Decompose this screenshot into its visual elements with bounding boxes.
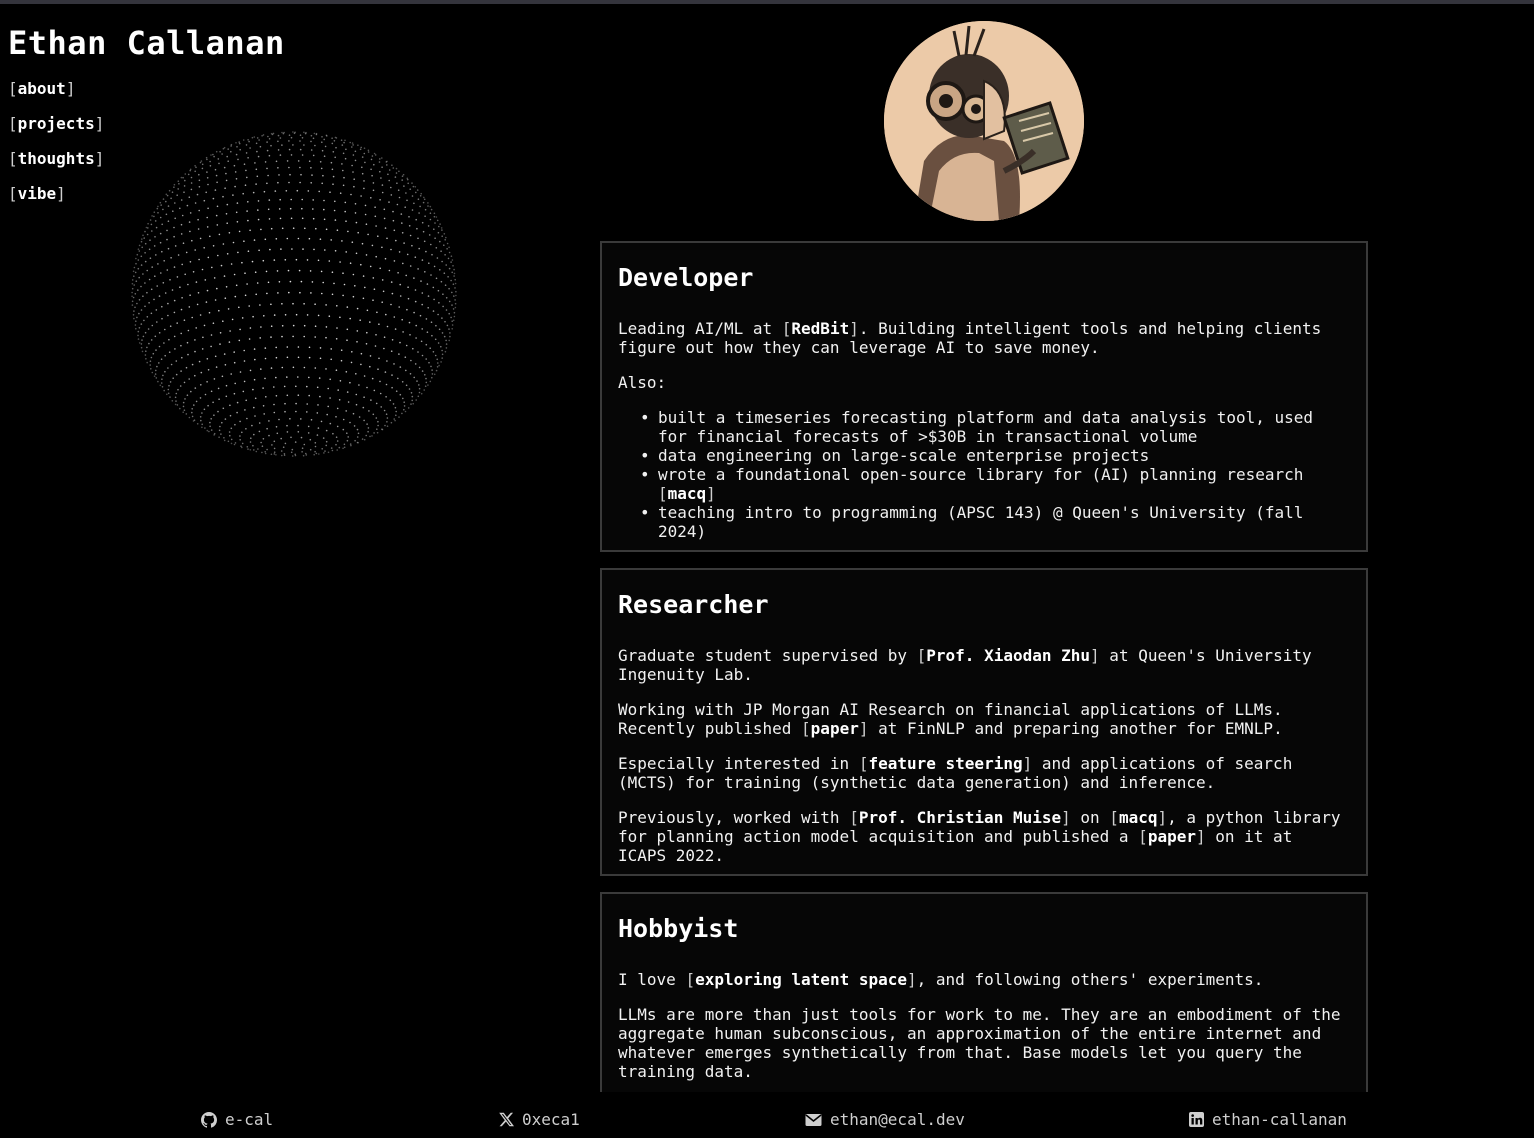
x-icon [499, 1112, 514, 1127]
latent-space-link[interactable]: exploring latent space [695, 970, 907, 989]
prof-zhu-link[interactable]: Prof. Xiaodan Zhu [926, 646, 1090, 665]
linkedin-link[interactable]: ethan-callanan [1189, 1110, 1347, 1129]
developer-bullets: built a timeseries forecasting platform … [640, 408, 1350, 541]
footer: e-cal 0xeca1 ethan@ecal.dev ethan-callan… [0, 1100, 1534, 1138]
researcher-heading: Researcher [618, 590, 769, 619]
macq-research-link[interactable]: macq [1119, 808, 1158, 827]
nav-about-link[interactable]: [about] [8, 79, 104, 114]
list-item: data engineering on large-scale enterpri… [640, 446, 1350, 465]
developer-card: Developer Leading AI/ML at [RedBit]. Bui… [600, 241, 1368, 552]
nav-thoughts-link[interactable]: [thoughts] [8, 149, 104, 184]
redbit-link[interactable]: RedBit [791, 319, 849, 338]
github-icon [201, 1111, 217, 1128]
linkedin-icon [1189, 1112, 1204, 1127]
hobbyist-heading: Hobbyist [618, 914, 739, 943]
main-nav: [about] [projects] [thoughts] [vibe] [8, 79, 104, 219]
icaps-paper-link[interactable]: paper [1148, 827, 1196, 846]
email-label: ethan@ecal.dev [830, 1110, 965, 1129]
finnlp-paper-link[interactable]: paper [811, 719, 859, 738]
developer-also: Also: [618, 373, 667, 392]
email-link[interactable]: ethan@ecal.dev [805, 1110, 965, 1129]
nav-vibe-link[interactable]: [vibe] [8, 184, 104, 219]
feature-steering-link[interactable]: feature steering [868, 754, 1022, 773]
researcher-p1: Graduate student supervised by [Prof. Xi… [618, 646, 1312, 684]
linkedin-label: ethan-callanan [1212, 1110, 1347, 1129]
dotted-sphere-visual [131, 131, 457, 457]
nav-about-label: about [17, 79, 66, 98]
list-item: wrote a foundational open-source library… [640, 465, 1350, 503]
github-label: e-cal [225, 1110, 274, 1129]
hobbyist-p2: LLMs are more than just tools for work t… [618, 1005, 1341, 1081]
browser-top-strip [0, 0, 1534, 4]
hobbyist-card: Hobbyist I love [exploring latent space]… [600, 892, 1368, 1092]
nav-projects-link[interactable]: [projects] [8, 114, 104, 149]
list-item: teaching intro to programming (APSC 143)… [640, 503, 1350, 541]
researcher-p3: Especially interested in [feature steeri… [618, 754, 1293, 792]
hobbyist-p1: I love [exploring latent space], and fol… [618, 970, 1264, 989]
github-link[interactable]: e-cal [201, 1110, 273, 1129]
x-label: 0xeca1 [522, 1110, 580, 1129]
researcher-p4: Previously, worked with [Prof. Christian… [618, 808, 1341, 865]
researcher-p2: Working with JP Morgan AI Research on fi… [618, 700, 1283, 738]
prof-muise-link[interactable]: Prof. Christian Muise [859, 808, 1061, 827]
site-title: Ethan Callanan [8, 24, 285, 62]
robot-reading-illustration [884, 21, 1084, 221]
nav-vibe-label: vibe [17, 184, 57, 203]
nav-projects-label: projects [17, 114, 95, 133]
developer-heading: Developer [618, 263, 754, 292]
researcher-card: Researcher Graduate student supervised b… [600, 568, 1368, 876]
envelope-icon [805, 1113, 822, 1126]
nav-thoughts-label: thoughts [17, 149, 95, 168]
developer-intro: Leading AI/ML at [RedBit]. Building inte… [618, 319, 1322, 357]
macq-link[interactable]: macq [668, 484, 707, 503]
avatar [884, 21, 1084, 221]
list-item: built a timeseries forecasting platform … [640, 408, 1350, 446]
x-link[interactable]: 0xeca1 [499, 1110, 580, 1129]
